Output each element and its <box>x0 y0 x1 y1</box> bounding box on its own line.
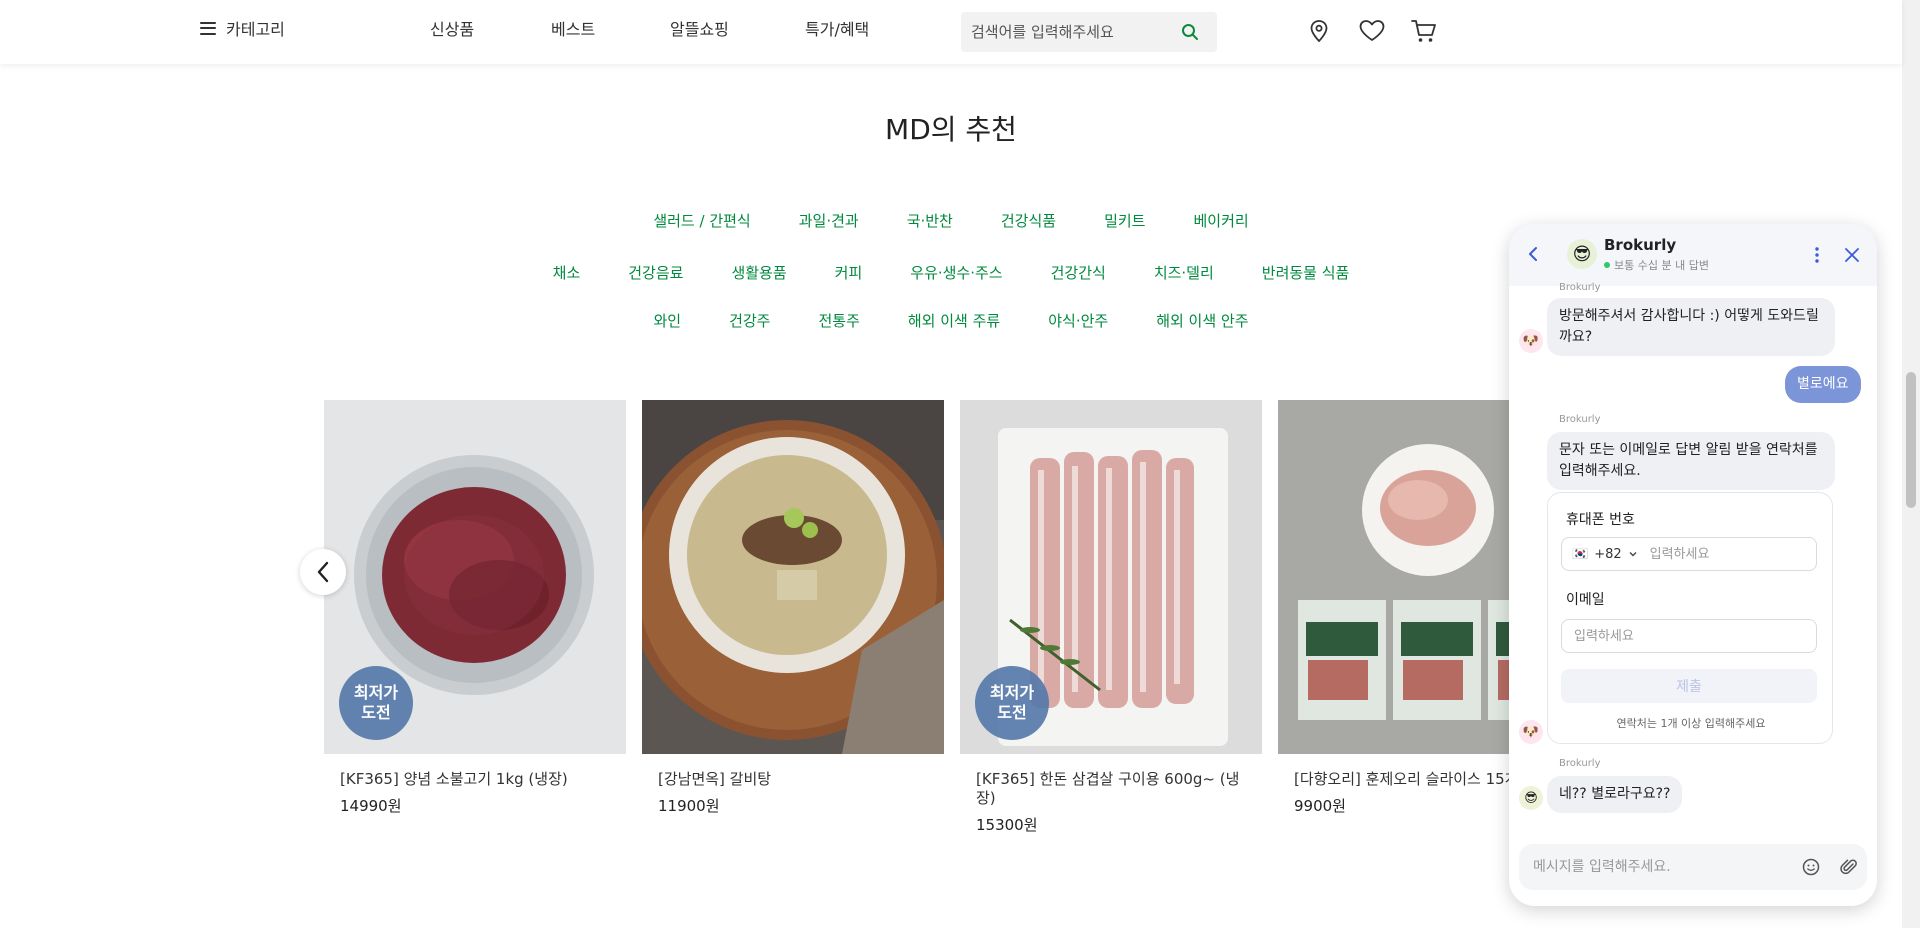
bot-message: 방문해주셔서 감사합니다 :) 어떻게 도와드릴까요? <box>1547 298 1835 356</box>
badge-text: 최저가 도전 <box>353 683 399 722</box>
category-link[interactable]: 반려동물 식품 <box>1262 262 1350 283</box>
category-link[interactable]: 건강음료 <box>628 262 683 283</box>
bot-avatar: 😎 <box>1567 239 1597 269</box>
chat-widget: 😎 Brokurly 보통 수십 분 내 답변 Brokurly 🐶 방문해주셔… <box>1509 224 1877 906</box>
email-input[interactable] <box>1574 628 1714 644</box>
nav-smart-shopping[interactable]: 알뜰쇼핑 <box>670 16 729 40</box>
country-code-select[interactable]: +82 <box>1594 547 1621 562</box>
hamburger-icon <box>200 21 216 35</box>
category-link[interactable]: 과일·견과 <box>799 210 859 231</box>
product-image[interactable] <box>642 400 944 754</box>
bot-message: 네?? 별로라구요?? <box>1547 776 1683 813</box>
category-link[interactable]: 와인 <box>653 310 681 331</box>
category-link[interactable]: 채소 <box>553 262 581 283</box>
bot-mini-avatar: 😎 <box>1519 786 1543 810</box>
product-card[interactable]: [강남면옥] 갈비탕 11900원 <box>642 400 944 816</box>
contact-form: 휴대폰 번호 🇰🇷 +82 이메일 제출 연락처는 1개 이상 입력해주세요 <box>1547 492 1833 744</box>
category-link[interactable]: 국·반찬 <box>907 210 953 231</box>
badge-text: 최저가 도전 <box>989 683 1035 722</box>
carousel-prev-button[interactable] <box>300 549 346 595</box>
cart-icon[interactable] <box>1409 16 1439 46</box>
category-link[interactable]: 전통주 <box>818 310 859 331</box>
nav-special-offers[interactable]: 특가/혜택 <box>805 16 869 40</box>
category-link[interactable]: 해외 이색 안주 <box>1156 310 1248 331</box>
location-icon[interactable] <box>1304 16 1334 46</box>
chat-header: 😎 Brokurly 보통 수십 분 내 답변 <box>1509 224 1877 286</box>
wishlist-heart-icon[interactable] <box>1357 16 1387 46</box>
category-link[interactable]: 베이커리 <box>1193 210 1248 231</box>
user-message: 별로에요 <box>1785 366 1861 403</box>
category-label: 카테고리 <box>226 20 285 39</box>
product-name[interactable]: [강남면옥] 갈비탕 <box>642 770 944 789</box>
bot-mini-avatar: 🐶 <box>1519 329 1543 353</box>
category-menu-button[interactable]: 카테고리 <box>200 16 285 40</box>
product-name[interactable]: [KF365] 한돈 삼겹살 구이용 600g~ (냉장) <box>960 770 1262 808</box>
korea-flag-icon: 🇰🇷 <box>1572 546 1589 562</box>
chevron-left-icon <box>317 561 329 583</box>
attach-paperclip-icon[interactable] <box>1839 857 1859 881</box>
product-card[interactable]: 최저가 도전 [KF365] 양념 소불고기 1kg (냉장) 14990원 <box>324 400 626 816</box>
search-input[interactable] <box>971 23 1171 41</box>
close-icon[interactable] <box>1842 245 1862 269</box>
nav-new-products[interactable]: 신상품 <box>430 16 474 40</box>
more-vertical-icon[interactable] <box>1807 245 1827 269</box>
category-link[interactable]: 건강식품 <box>1001 210 1056 231</box>
category-link[interactable]: 생활용품 <box>731 262 786 283</box>
submit-button[interactable]: 제출 <box>1561 669 1817 703</box>
category-link[interactable]: 야식·안주 <box>1048 310 1108 331</box>
category-link[interactable]: 건강주 <box>729 310 770 331</box>
search-icon[interactable] <box>1181 23 1199 45</box>
form-hint: 연락처는 1개 이상 입력해주세요 <box>1616 717 1766 730</box>
product-image[interactable]: 최저가 도전 <box>960 400 1262 754</box>
chat-bot-name: Brokurly <box>1604 236 1677 254</box>
product-card[interactable]: 최저가 도전 [KF365] 한돈 삼겹살 구이용 600g~ (냉장) 1530… <box>960 400 1262 835</box>
nav-best[interactable]: 베스트 <box>551 16 595 40</box>
product-image[interactable]: 최저가 도전 <box>324 400 626 754</box>
product-price: 14990원 <box>340 797 402 815</box>
chevron-down-icon[interactable] <box>1628 549 1638 559</box>
product-price: 11900원 <box>658 797 720 815</box>
message-input-bar <box>1519 844 1867 890</box>
lowest-price-badge: 최저가 도전 <box>339 666 413 740</box>
lowest-price-badge: 최저가 도전 <box>975 666 1049 740</box>
sender-label: Brokurly <box>1559 414 1601 425</box>
sender-label: Brokurly <box>1559 758 1601 769</box>
section-title: MD의 추천 <box>885 113 1017 146</box>
category-link[interactable]: 밀키트 <box>1104 210 1145 231</box>
category-link[interactable]: 해외 이색 주류 <box>908 310 1000 331</box>
phone-label: 휴대폰 번호 <box>1566 512 1635 528</box>
category-link[interactable]: 건강간식 <box>1051 262 1106 283</box>
site-header: 카테고리 신상품 베스트 알뜰쇼핑 특가/혜택 <box>0 0 1902 64</box>
back-arrow-icon[interactable] <box>1521 242 1545 270</box>
scrollbar-thumb[interactable] <box>1906 372 1916 508</box>
email-field[interactable] <box>1561 619 1817 653</box>
bot-message: 문자 또는 이메일로 답변 알림 받을 연락처를 입력해주세요. <box>1547 432 1835 490</box>
product-price: 15300원 <box>976 816 1038 834</box>
phone-input[interactable] <box>1649 546 1790 562</box>
sender-label: Brokurly <box>1559 282 1601 293</box>
phone-field[interactable]: 🇰🇷 +82 <box>1561 537 1817 571</box>
emoji-icon[interactable] <box>1801 857 1821 881</box>
online-dot-icon <box>1604 262 1610 268</box>
message-input[interactable] <box>1533 859 1783 875</box>
search-bar <box>961 12 1217 52</box>
category-link[interactable]: 우유·생수·주스 <box>910 262 1002 283</box>
category-link[interactable]: 치즈·델리 <box>1154 262 1214 283</box>
page-scrollbar[interactable] <box>1902 0 1920 928</box>
bot-mini-avatar: 🐶 <box>1519 720 1543 744</box>
category-link[interactable]: 샐러드 / 간편식 <box>653 210 750 231</box>
product-name[interactable]: [KF365] 양념 소불고기 1kg (냉장) <box>324 770 626 789</box>
category-link[interactable]: 커피 <box>835 262 863 283</box>
email-label: 이메일 <box>1566 592 1605 608</box>
chat-status: 보통 수십 분 내 답변 <box>1604 257 1709 273</box>
